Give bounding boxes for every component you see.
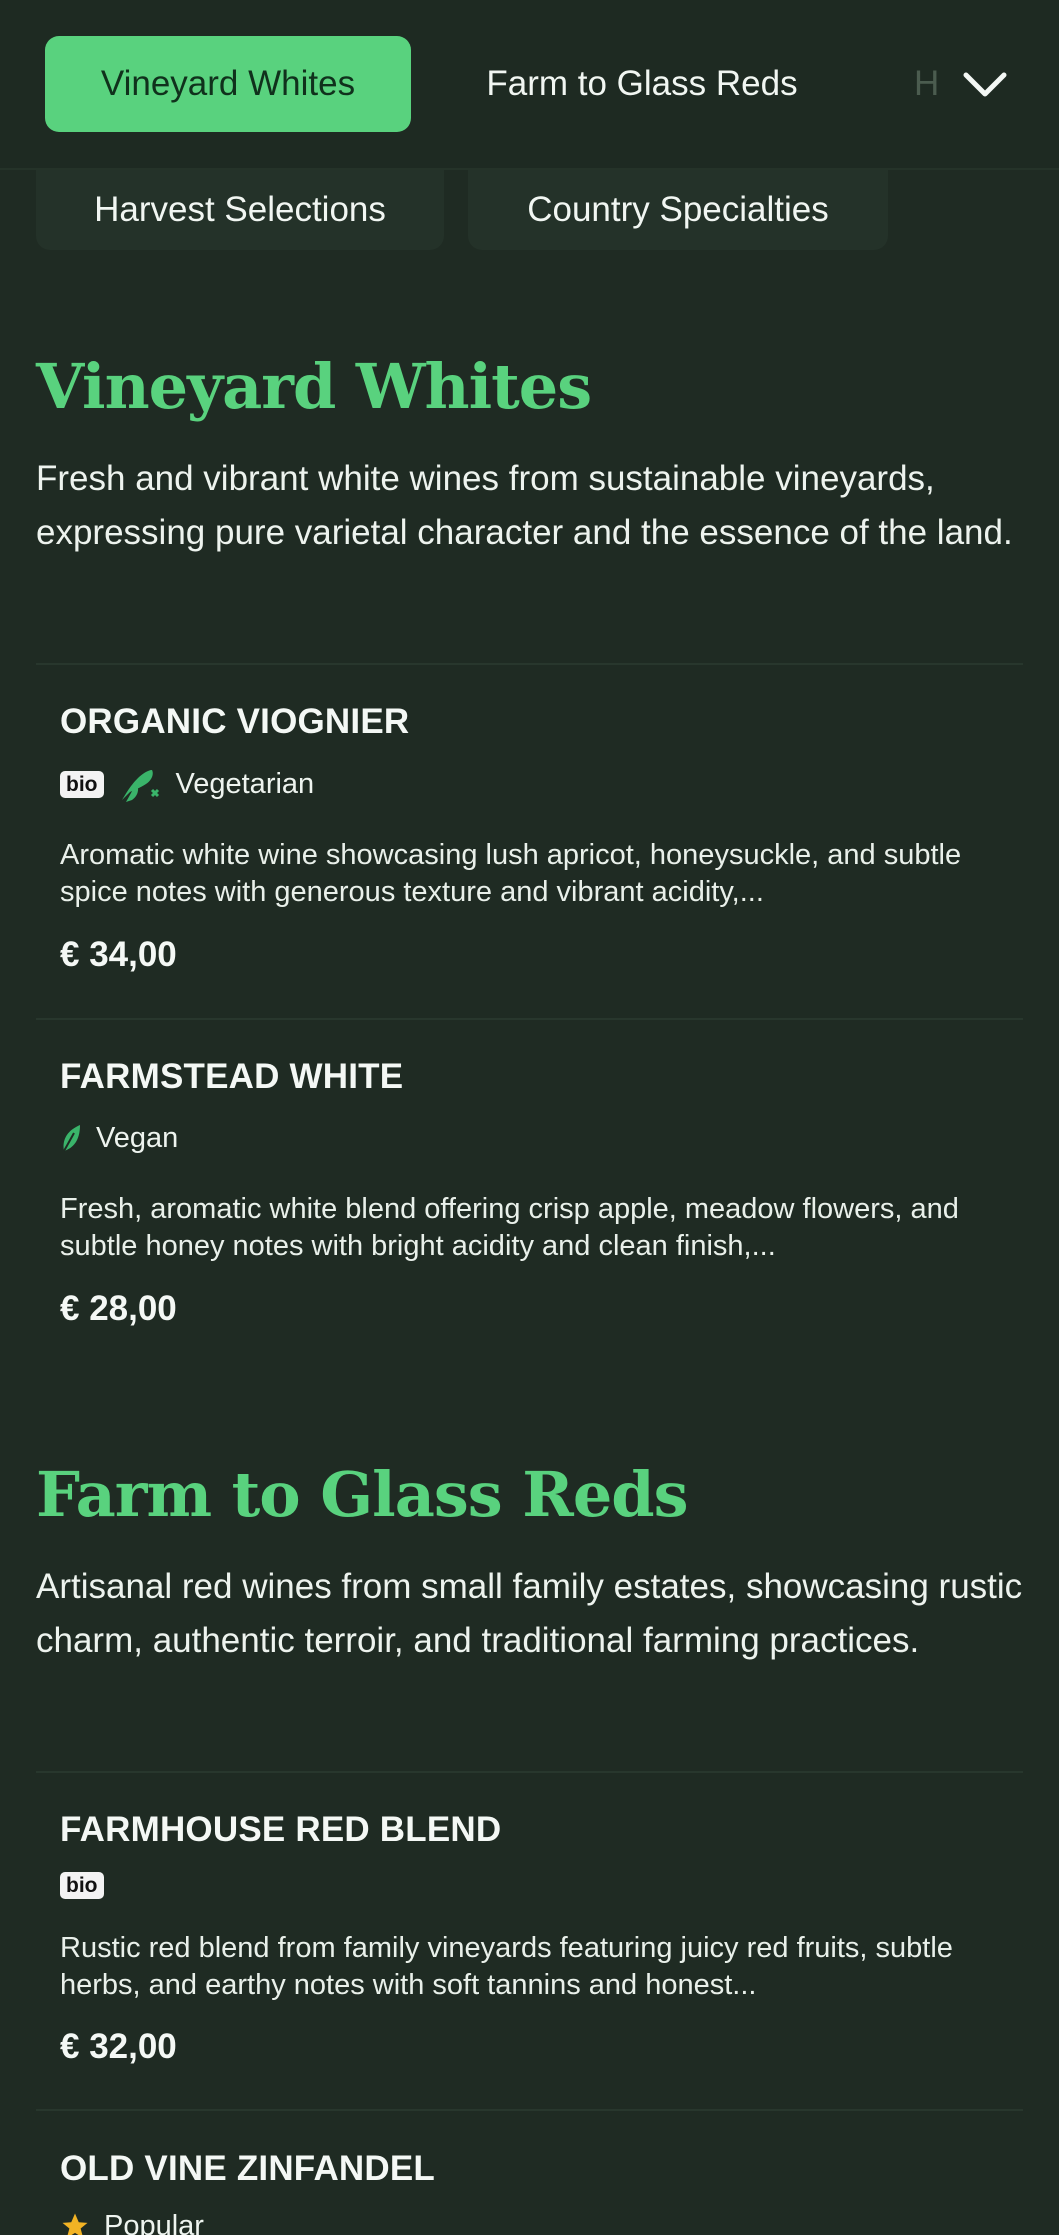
item-description: Rustic red blend from family vineyards f… xyxy=(60,1932,953,2001)
item-tags: bio Vegetarian xyxy=(60,764,314,804)
item-price: € 28,00 xyxy=(60,1289,177,1328)
section-title: Farm to Glass Reds xyxy=(36,1458,689,1531)
tab-vineyard-whites[interactable]: Vineyard Whites xyxy=(45,36,411,132)
vegan-leaf-icon xyxy=(60,1123,82,1153)
item-description: Fresh, aromatic white blend offering cri… xyxy=(60,1193,959,1262)
section-description: Artisanal red wines from small family es… xyxy=(36,1567,1023,1660)
tag-label: Vegetarian xyxy=(175,767,315,800)
bio-badge: bio xyxy=(60,1871,104,1899)
bio-badge: bio xyxy=(60,770,104,798)
chevron-down-icon[interactable] xyxy=(955,55,1015,115)
item-tags: bio xyxy=(60,1865,104,1905)
category-tab-bar: Vineyard Whites Farm to Glass Reds H xyxy=(0,0,1059,170)
tag-label: Popular xyxy=(104,2209,204,2235)
divider xyxy=(36,1018,1023,1020)
item-description: Aromatic white wine showcasing lush apri… xyxy=(60,839,962,908)
section-title: Vineyard Whites xyxy=(36,350,592,423)
tab-harvest-selections-partial[interactable]: H xyxy=(890,36,945,132)
vegetarian-icon xyxy=(118,764,162,804)
tab-farm-to-glass-reds[interactable]: Farm to Glass Reds xyxy=(440,36,844,132)
item-tags: Vegan xyxy=(60,1118,178,1158)
item-tags: Popular xyxy=(60,2206,204,2235)
item-name[interactable]: OLD VINE ZINFANDEL xyxy=(60,2149,435,2189)
item-price: € 32,00 xyxy=(60,2027,177,2066)
divider xyxy=(36,2109,1023,2111)
item-name[interactable]: FARMSTEAD WHITE xyxy=(60,1057,403,1097)
chip-country-specialties[interactable]: Country Specialties xyxy=(468,170,888,250)
divider xyxy=(36,1771,1023,1773)
tag-label: Vegan xyxy=(96,1121,179,1154)
section-description: Fresh and vibrant white wines from susta… xyxy=(36,459,1013,552)
item-name[interactable]: FARMHOUSE RED BLEND xyxy=(60,1810,501,1850)
item-name[interactable]: ORGANIC VIOGNIER xyxy=(60,702,409,742)
star-icon xyxy=(60,2211,90,2235)
item-price: € 34,00 xyxy=(60,935,177,974)
divider xyxy=(36,663,1023,665)
chip-harvest-selections[interactable]: Harvest Selections xyxy=(36,170,444,250)
